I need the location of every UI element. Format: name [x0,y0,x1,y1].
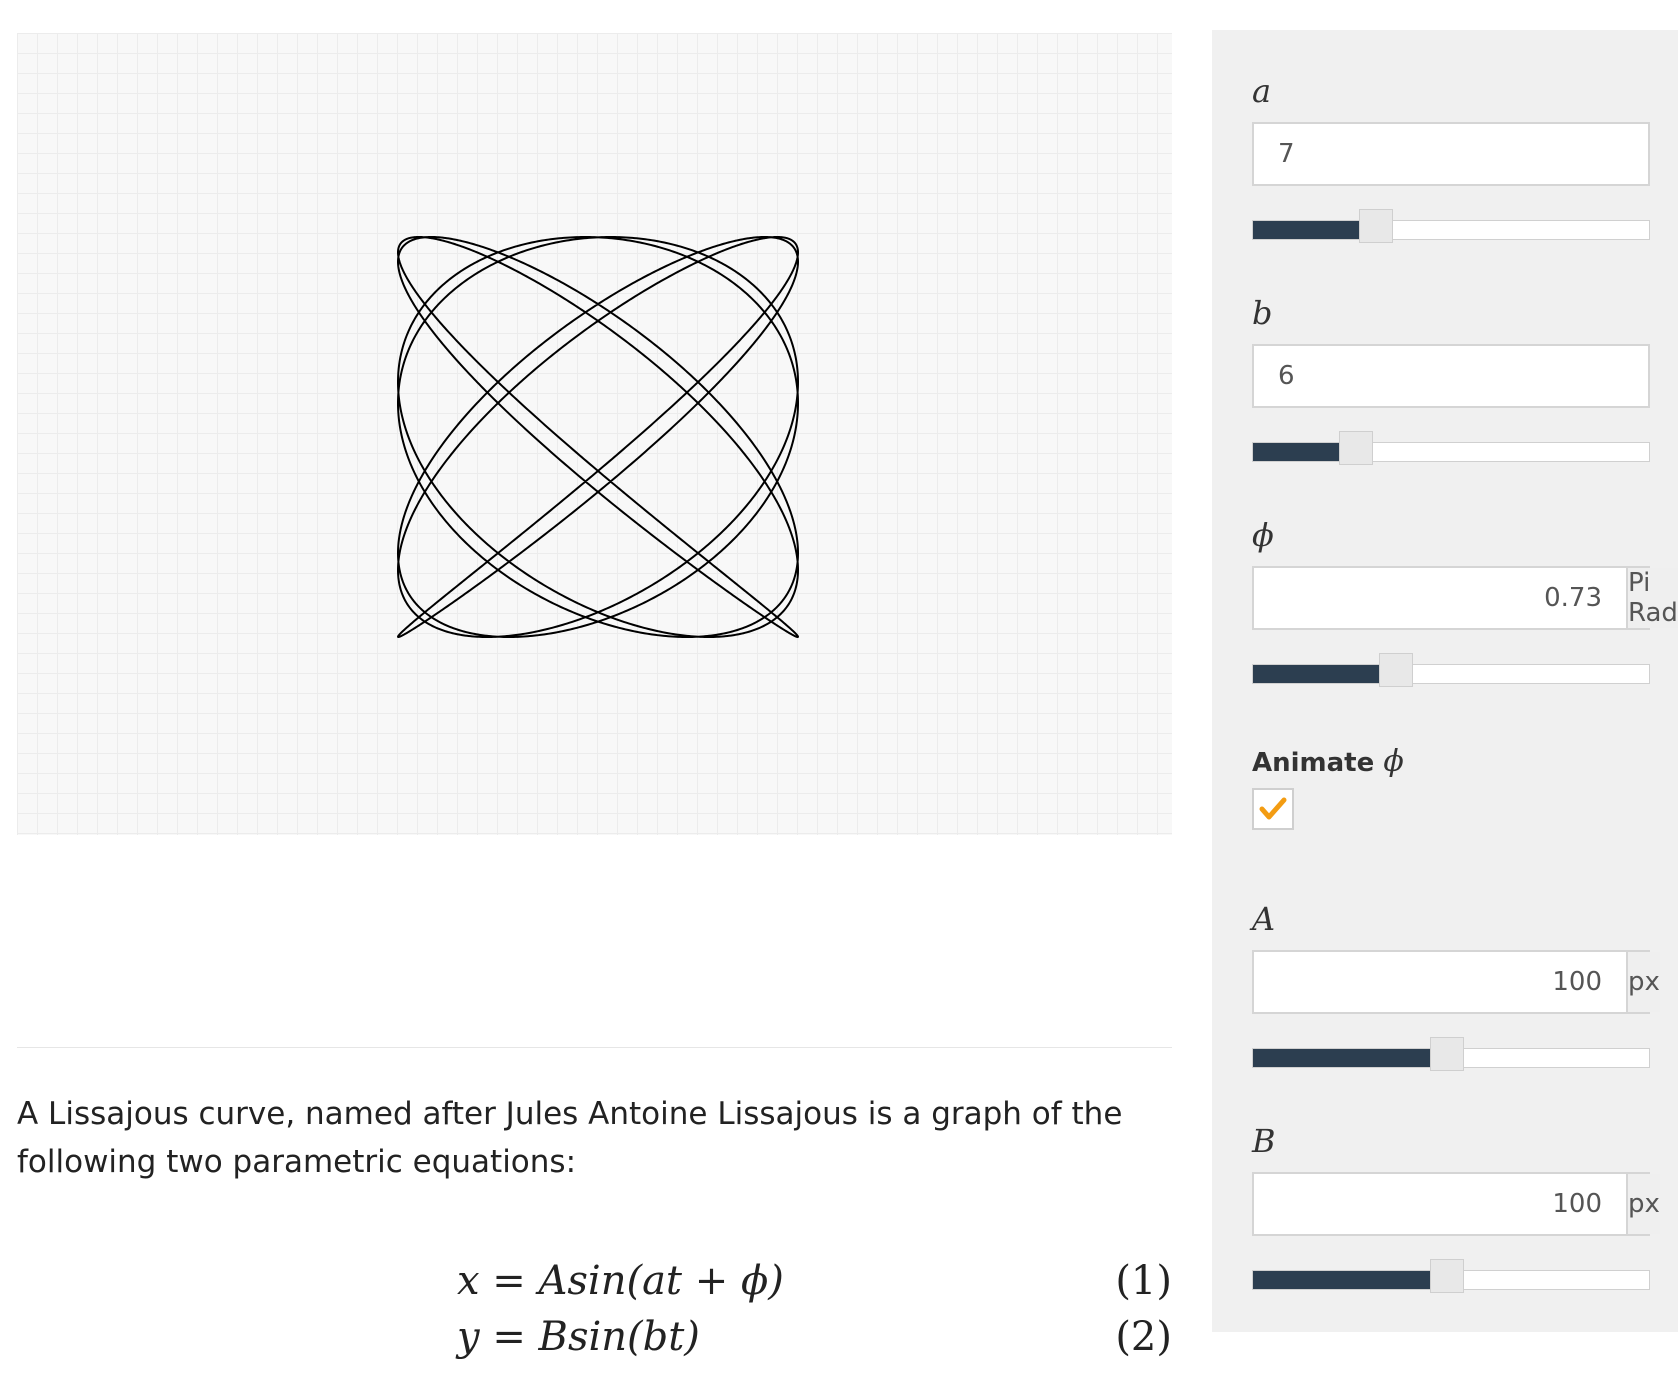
amplitude-b-label: B [1252,1122,1276,1160]
phi-label: ϕ [1252,516,1274,554]
b-input[interactable] [1254,346,1648,406]
animate-checkbox[interactable] [1252,788,1294,830]
equation-2-number: (2) [1115,1314,1172,1360]
amplitude-a-label: A [1252,900,1276,938]
amplitude-a-unit: px [1626,952,1660,1012]
amplitude-a-slider[interactable] [1252,1037,1650,1071]
equation-1-text: x = Asin(at + ϕ) [457,1258,784,1304]
b-field [1252,344,1650,408]
lissajous-plot [396,235,800,639]
main-content: A Lissajous curve, named after Jules Ant… [17,0,1172,1398]
animate-label-text: Animate [1252,748,1375,778]
phi-slider-handle[interactable] [1379,653,1413,687]
equation-2-text: y = Bsin(bt) [457,1314,700,1360]
animate-label-symbol: ϕ [1383,744,1404,779]
amplitude-b-field: px [1252,1172,1660,1236]
amplitude-b-slider[interactable] [1252,1259,1650,1293]
b-label: b [1252,294,1273,332]
amplitude-b-input[interactable] [1254,1174,1626,1234]
lissajous-canvas [17,33,1172,835]
amplitude-b-unit: px [1626,1174,1660,1234]
amplitude-a-slider-handle[interactable] [1430,1037,1464,1071]
amplitude-a-input[interactable] [1254,952,1626,1012]
phi-slider-fill [1253,665,1396,683]
animate-label: Animate ϕ [1252,744,1404,779]
phi-input[interactable] [1254,568,1626,628]
amplitude-a-slider-fill [1253,1049,1447,1067]
amplitude-a-field: px [1252,950,1660,1014]
a-slider-handle[interactable] [1359,209,1393,243]
equation-1: x = Asin(at + ϕ) (1) [17,1258,1172,1314]
phi-slider[interactable] [1252,653,1650,687]
a-field [1252,122,1650,186]
checkmark-icon [1259,797,1287,820]
a-label: a [1252,72,1272,110]
amplitude-b-slider-fill [1253,1271,1447,1289]
phi-field: Pi Radians [1252,566,1678,630]
section-divider [17,1047,1172,1048]
a-slider-fill [1253,221,1376,239]
a-input[interactable] [1254,124,1648,184]
equation-2: y = Bsin(bt) (2) [17,1314,1172,1370]
phi-unit: Pi Radians [1626,568,1678,628]
amplitude-b-slider-handle[interactable] [1430,1259,1464,1293]
controls-panel: a b ϕ Pi Radians Animate ϕ A px [1212,30,1678,1332]
b-slider[interactable] [1252,431,1650,465]
description-text: A Lissajous curve, named after Jules Ant… [17,1096,1123,1180]
equation-1-number: (1) [1115,1258,1172,1304]
lissajous-curve [396,235,800,639]
b-slider-handle[interactable] [1339,431,1373,465]
a-slider[interactable] [1252,209,1650,243]
